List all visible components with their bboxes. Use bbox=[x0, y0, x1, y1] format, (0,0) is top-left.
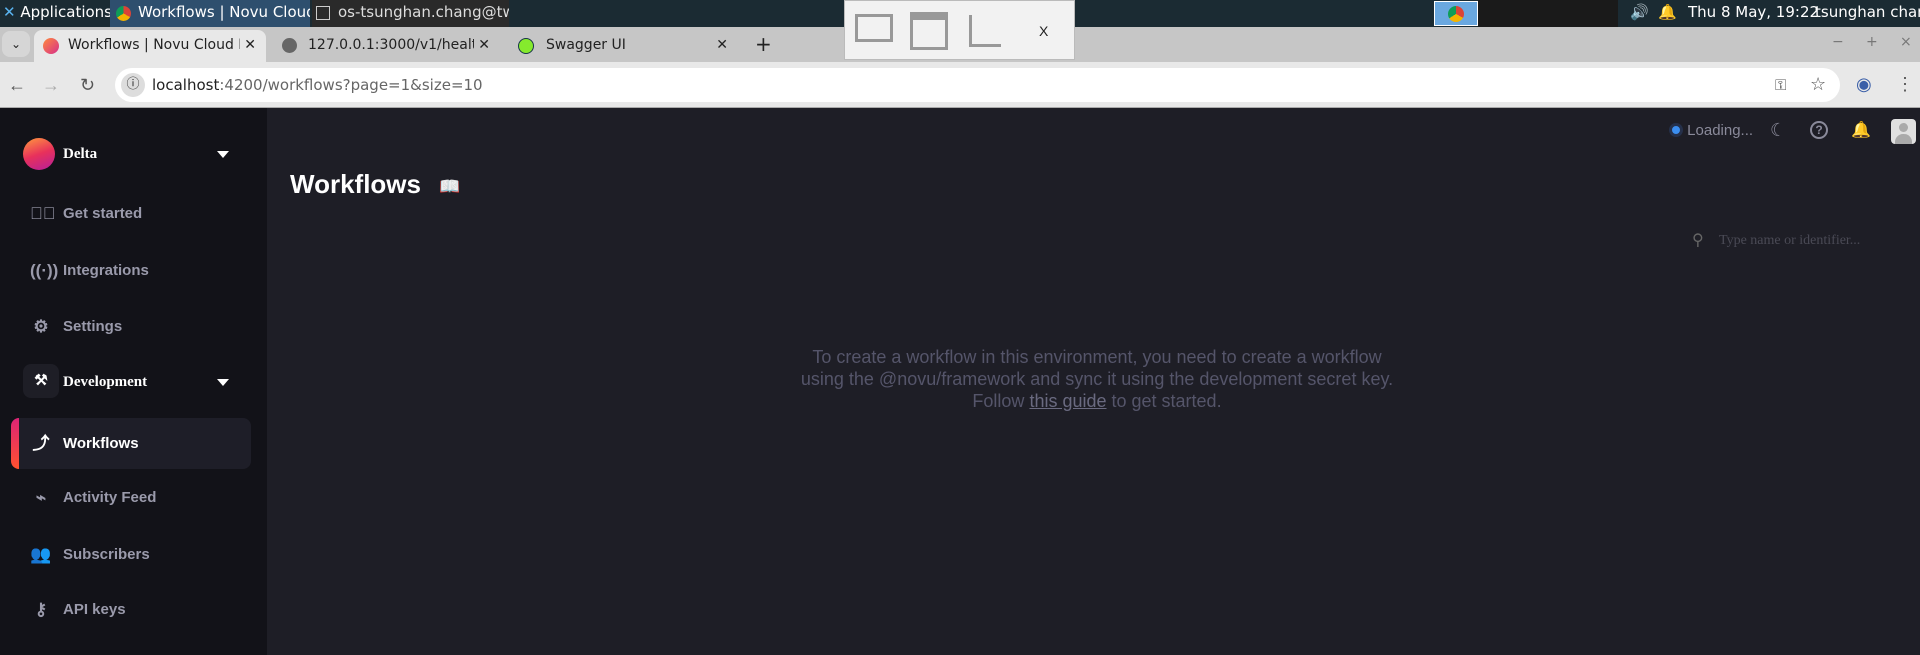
address-bar[interactable]: ⓘ localhost:4200/workflows?page=1&size=1… bbox=[115, 68, 1840, 102]
empty-state-message: To create a workflow in this environment… bbox=[767, 346, 1427, 412]
theme-toggle-moon-icon[interactable]: ☾ bbox=[1770, 120, 1786, 141]
crop-icon[interactable] bbox=[969, 15, 1001, 47]
terminal-icon bbox=[316, 6, 330, 20]
sidebar-item-label: Settings bbox=[63, 318, 123, 335]
close-tab-icon[interactable]: ✕ bbox=[240, 30, 256, 60]
chrome-icon bbox=[1448, 6, 1464, 22]
taskbar-window-terminal[interactable]: os-tsunghan.chang@tw... bbox=[312, 0, 509, 27]
guide-link[interactable]: this guide bbox=[1029, 391, 1106, 411]
site-info-icon[interactable]: ⓘ bbox=[121, 73, 145, 97]
sidebar-item-label: API keys bbox=[63, 601, 126, 618]
reload-icon[interactable]: ↻ bbox=[80, 75, 95, 95]
key-icon: ⚷ bbox=[34, 600, 48, 619]
novu-logo-icon bbox=[23, 138, 55, 170]
users-icon: 👥 bbox=[30, 545, 52, 564]
sidebar-item-api-keys[interactable]: ⚷ API keys bbox=[0, 590, 267, 630]
chrome-launcher[interactable] bbox=[1434, 1, 1478, 26]
sidebar-item-get-started[interactable]: ✓⃝ Get started bbox=[0, 194, 267, 234]
window-title: Workflows | Novu Cloud ... bbox=[138, 3, 310, 21]
close-tab-icon[interactable]: ✕ bbox=[474, 30, 490, 60]
org-name: Delta bbox=[63, 146, 98, 162]
profile-icon[interactable]: ◉ bbox=[1856, 74, 1872, 94]
workflow-icon: ⤴ bbox=[32, 434, 50, 453]
sidebar-item-label: Activity Feed bbox=[63, 489, 157, 506]
sidebar-item-label: Subscribers bbox=[63, 546, 150, 563]
maximize-button[interactable]: + bbox=[1866, 34, 1878, 50]
close-screenshot-tool[interactable]: X bbox=[1039, 23, 1048, 39]
search-icon: ⚲ bbox=[1692, 232, 1704, 249]
menu-icon[interactable]: ⋮ bbox=[1896, 74, 1914, 94]
screen-capture-icon[interactable] bbox=[855, 14, 893, 42]
notifications-bell-icon[interactable]: 🔔 bbox=[1851, 120, 1871, 140]
tools-icon: ⚒ bbox=[23, 364, 59, 398]
url-path: :4200/workflows?page=1&size=10 bbox=[219, 76, 483, 94]
empty-follow: Follow bbox=[972, 391, 1030, 411]
tab-title: 127.0.0.1:3000/v1/health bbox=[308, 37, 487, 53]
novu-favicon-icon bbox=[43, 38, 59, 54]
active-indicator bbox=[11, 418, 19, 469]
tab-swagger[interactable]: Swagger UI ✕ bbox=[512, 30, 738, 62]
docs-book-icon[interactable]: 📖 bbox=[439, 177, 460, 197]
status-indicator: Loading... bbox=[1669, 121, 1753, 141]
page-title: Workflows bbox=[290, 169, 421, 199]
window-title: os-tsunghan.chang@tw... bbox=[338, 3, 509, 21]
environment-switcher[interactable]: ⚒ Development bbox=[0, 362, 267, 402]
sidebar-item-label: Get started bbox=[63, 205, 143, 222]
user-name[interactable]: tsunghan chang bbox=[1815, 0, 1920, 27]
volume-icon[interactable]: 🔊 bbox=[1630, 0, 1649, 27]
taskbar-window-chrome[interactable]: Workflows | Novu Cloud ... bbox=[110, 0, 310, 27]
forward-icon[interactable]: → bbox=[42, 75, 60, 95]
avatar[interactable] bbox=[1891, 119, 1916, 144]
back-icon[interactable]: ← bbox=[8, 75, 26, 95]
sidebar-item-subscribers[interactable]: 👥 Subscribers bbox=[0, 535, 267, 575]
browser-toolbar: ← → ↻ ⓘ localhost:4200/workflows?page=1&… bbox=[0, 62, 1920, 108]
close-tab-icon[interactable]: ✕ bbox=[716, 30, 728, 60]
tab-workflows[interactable]: Workflows | Novu Cloud D ✕ bbox=[34, 30, 266, 62]
check-circle-icon: ✓⃝ bbox=[30, 204, 56, 223]
new-tab-button[interactable]: + bbox=[755, 32, 772, 56]
status-dot-icon bbox=[1669, 123, 1683, 137]
environment-name: Development bbox=[63, 374, 148, 390]
password-key-icon[interactable]: ⚿ bbox=[1775, 68, 1786, 102]
gear-icon: ⚙ bbox=[33, 317, 49, 336]
org-switcher[interactable]: Delta bbox=[0, 134, 267, 174]
status-text: Loading... bbox=[1687, 122, 1754, 139]
help-icon[interactable]: ? bbox=[1810, 121, 1828, 139]
antenna-icon: ((·)) bbox=[30, 261, 59, 280]
chrome-icon bbox=[116, 6, 131, 21]
empty-line-1: To create a workflow in this environment… bbox=[812, 347, 1382, 367]
search-placeholder: Type name or identifier... bbox=[1719, 233, 1861, 248]
chevron-down-icon bbox=[217, 151, 229, 158]
activity-icon: ⌁ bbox=[35, 488, 47, 507]
chevron-down-icon bbox=[217, 379, 229, 386]
window-capture-icon[interactable] bbox=[910, 12, 948, 50]
applications-label: Applications bbox=[20, 3, 112, 21]
sidebar-item-label: Integrations bbox=[63, 262, 149, 279]
sidebar-item-integrations[interactable]: ((·)) Integrations bbox=[0, 251, 267, 291]
tab-search-button[interactable]: ⌄ bbox=[2, 31, 30, 57]
clock[interactable]: Thu 8 May, 19:22 bbox=[1688, 0, 1819, 27]
applications-menu[interactable]: ✕ Applications bbox=[3, 0, 112, 27]
swagger-icon bbox=[518, 38, 534, 54]
tab-health[interactable]: 127.0.0.1:3000/v1/health ✕ bbox=[274, 30, 500, 62]
bookmark-star-icon[interactable]: ☆ bbox=[1810, 68, 1826, 102]
search-input[interactable]: ⚲ Type name or identifier... bbox=[1692, 230, 1892, 252]
sidebar: Delta ✓⃝ Get started ((·)) Integrations ⚙ S… bbox=[0, 108, 267, 655]
url-host: localhost bbox=[152, 76, 220, 94]
taskbar-spacer bbox=[1478, 0, 1618, 27]
main-content: Loading... ☾ ? 🔔 Workflows 📖 ⚲ Type name… bbox=[267, 108, 1920, 655]
screenshot-tool: X bbox=[844, 0, 1075, 60]
tab-title: Workflows | Novu Cloud D bbox=[68, 37, 250, 53]
tab-title: Swagger UI bbox=[546, 37, 626, 53]
close-window-button[interactable]: × bbox=[1900, 34, 1912, 50]
empty-end: to get started. bbox=[1106, 391, 1222, 411]
sidebar-item-settings[interactable]: ⚙ Settings bbox=[0, 307, 267, 347]
empty-line-2: using the @novu/framework and sync it us… bbox=[800, 369, 1394, 389]
notification-bell-icon[interactable]: 🔔 bbox=[1658, 0, 1677, 27]
sidebar-item-label: Workflows bbox=[63, 435, 139, 452]
sidebar-item-workflows[interactable]: ⤴ Workflows bbox=[11, 418, 251, 469]
sidebar-item-activity-feed[interactable]: ⌁ Activity Feed bbox=[0, 478, 267, 518]
minimize-button[interactable]: − bbox=[1832, 34, 1844, 50]
globe-icon bbox=[282, 38, 297, 53]
